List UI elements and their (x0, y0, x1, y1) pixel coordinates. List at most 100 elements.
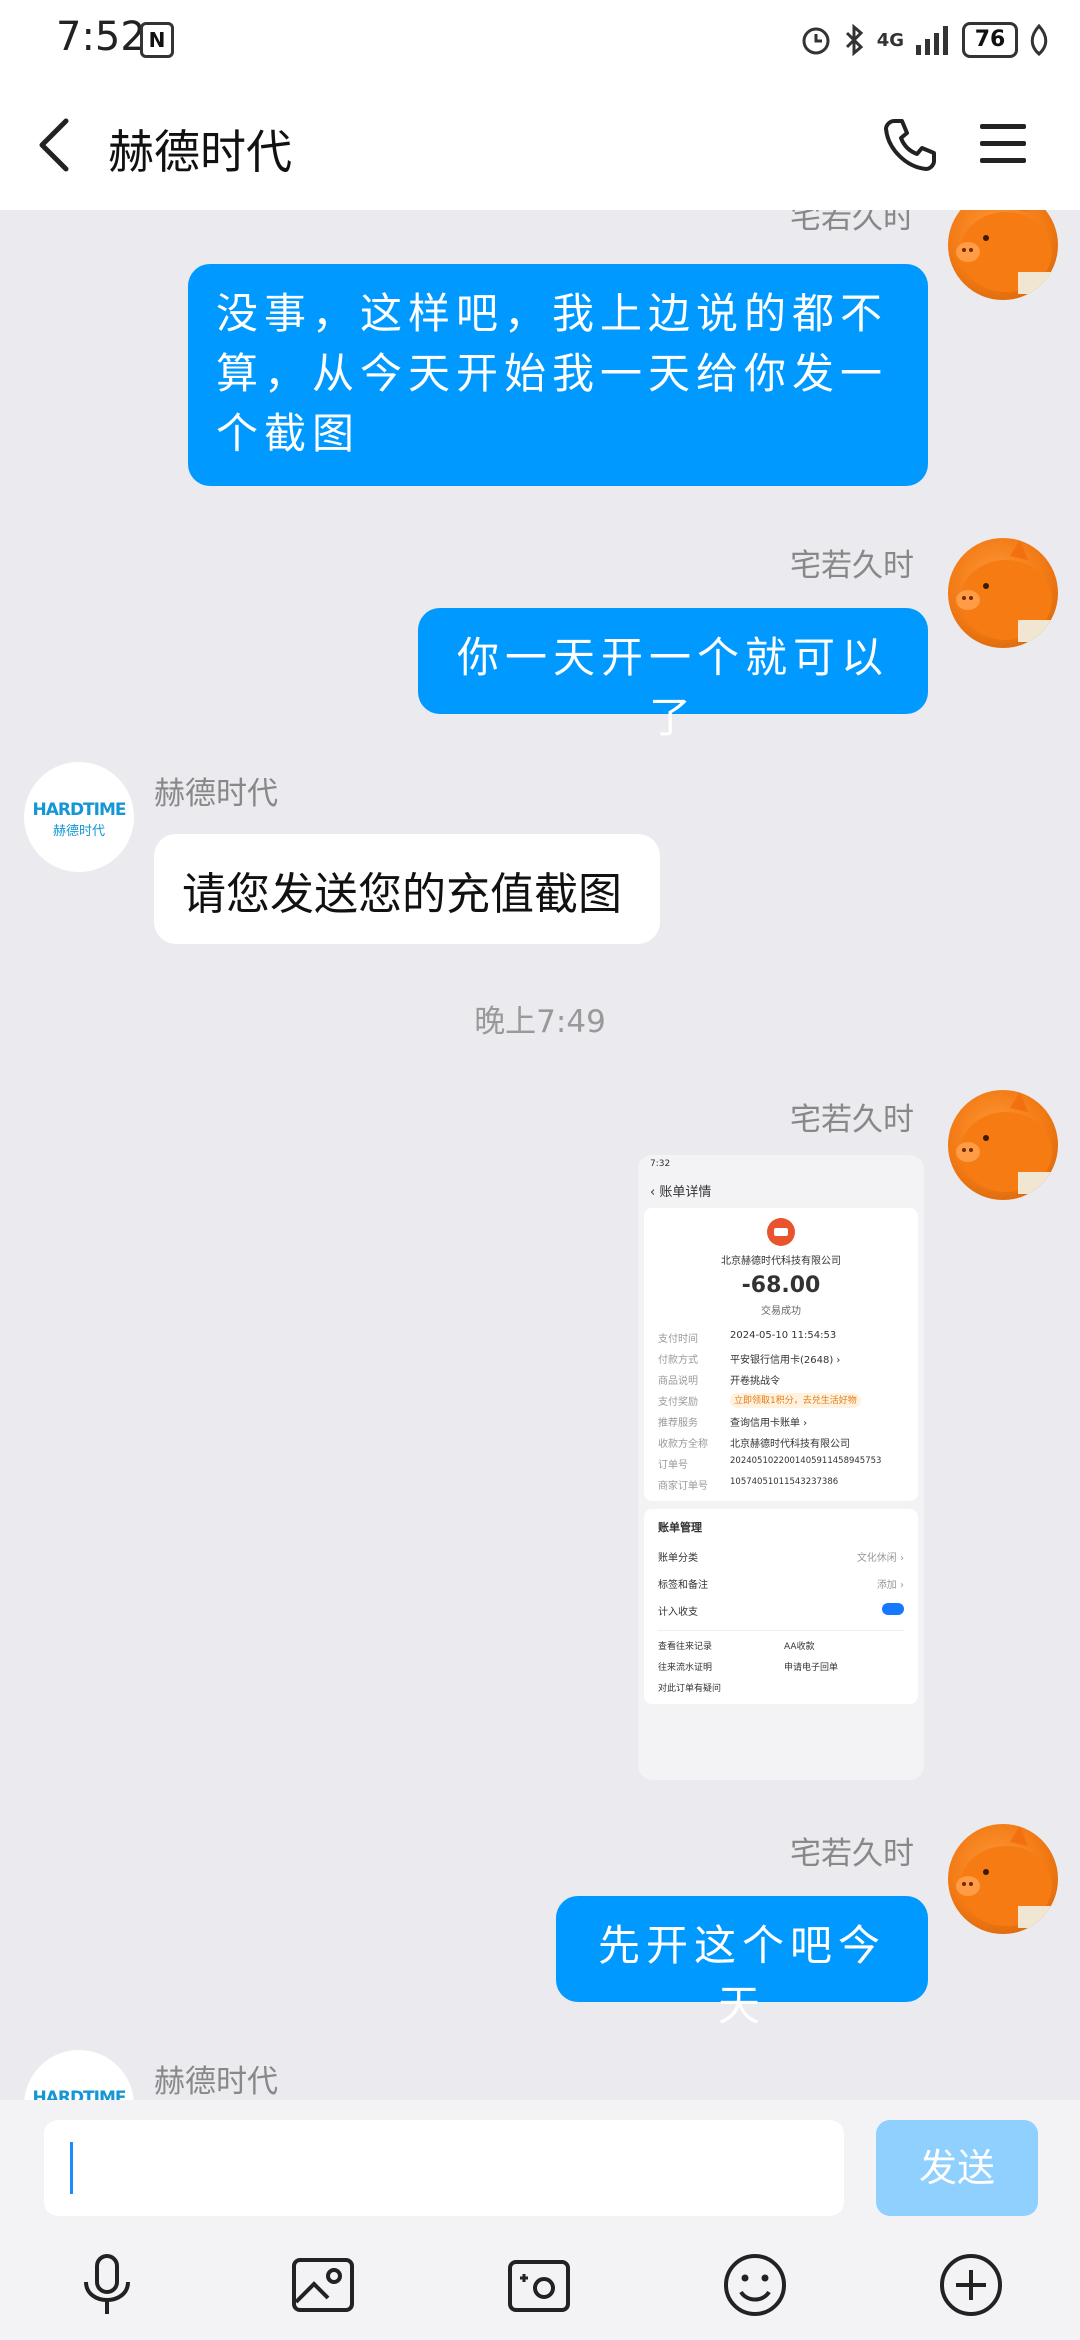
bluetooth-icon (845, 23, 863, 57)
receipt-row: 支付时间 2024-05-10 11:54:53 (644, 1327, 918, 1348)
row-key: 付款方式 (658, 1355, 698, 1366)
row-value: 添加 › (876, 1580, 904, 1591)
logo-text: HARDTIME (32, 2088, 126, 2100)
nfc-icon: N (140, 22, 174, 58)
my-avatar[interactable] (948, 538, 1058, 648)
input-bar: 发送 (0, 2100, 1080, 2340)
sender-name: 宅若久时 (790, 210, 914, 236)
pig-avatar-icon (956, 540, 1054, 642)
row-key: 商家订单号 (658, 1481, 708, 1492)
row-key: 计入收支 (658, 1607, 698, 1618)
my-avatar[interactable] (948, 1824, 1058, 1934)
send-button[interactable]: 发送 (876, 2120, 1038, 2216)
row-value: 2024-05-10 11:54:53 (730, 1330, 837, 1341)
contact-avatar[interactable]: HARDTIME 赫德时代 (24, 762, 134, 872)
leaf-icon (1030, 24, 1048, 56)
logo-subtext: 赫德时代 (52, 824, 105, 839)
receipt-row: 商家订单号 1057405101154323738​6 (644, 1474, 918, 1495)
receipt-row: 支付奖励 立即领取1积分，去兑生活好物 (644, 1390, 918, 1411)
battery-indicator: 76 (962, 22, 1018, 58)
pig-avatar-icon (956, 210, 1054, 294)
my-avatar[interactable] (948, 1090, 1058, 1200)
receipt-summary-card: 北京赫德时代科技有限公司 -68.00 交易成功 支付时间 2024-05-10 … (644, 1208, 918, 1501)
link-row: 往来流水证明 申请电子回单 (644, 1654, 918, 1675)
receipt-page-title: ‹ 账单详情 (650, 1185, 712, 1200)
link-row: 对此订单有疑问 (644, 1675, 918, 1696)
link-item: 对此订单有疑问 (658, 1684, 722, 1694)
link-row: 查看往来记录 AA收款 (644, 1631, 918, 1654)
mic-icon[interactable] (72, 2250, 142, 2320)
link-item: 往来流水证明 (658, 1663, 713, 1673)
message-bubble-sent[interactable]: 先开这个吧今天 (556, 1896, 928, 2030)
link-item: 申请电子回单 (784, 1663, 839, 1673)
receipt-row: 商品说明 开卷挑战令 (644, 1369, 918, 1390)
sender-name: 宅若久时 (790, 1836, 914, 1872)
receipt-title-text: 账单详情 (659, 1185, 712, 1200)
receipt-row: 推荐服务 查询信用卡账单 › (644, 1411, 918, 1432)
receipt-result: 交易成功 (761, 1306, 801, 1317)
logo-text: HARDTIME (32, 800, 126, 820)
row-key: 推荐服务 (658, 1418, 698, 1429)
row-value: 立即领取1积分，去兑生活好物 (730, 1393, 861, 1408)
link-item: 查看往来记录 (658, 1642, 713, 1652)
image-icon[interactable] (288, 2250, 358, 2320)
my-avatar[interactable] (948, 210, 1058, 300)
sender-name: 赫德时代 (154, 776, 278, 812)
network-type: 4G (876, 29, 904, 51)
row-key: 商品说明 (658, 1376, 698, 1387)
menu-icon[interactable] (978, 120, 1028, 168)
row-value: 查询信用卡账单 › (730, 1418, 808, 1429)
contact-avatar[interactable]: HARDTIME (24, 2050, 134, 2100)
receipt-row: 收款方全称 北京赫德时代科技有限公司 (644, 1432, 918, 1453)
plus-icon[interactable] (936, 2250, 1006, 2320)
signal-icon (916, 26, 948, 55)
contact-logo: HARDTIME 赫德时代 (24, 800, 134, 839)
mgmt-title: 账单管理 (658, 1521, 702, 1534)
row-key: 收款方全称 (658, 1439, 708, 1450)
status-time: 7:52 (56, 14, 146, 60)
mgmt-row: 账单分类 文化休闲 › (644, 1543, 918, 1570)
chat-header: 赫德时代 (0, 80, 1080, 210)
emoji-icon[interactable] (720, 2250, 790, 2320)
link-item: AA收款 (784, 1642, 815, 1652)
chat-title: 赫德时代 (108, 125, 292, 179)
sender-name: 宅若久时 (790, 548, 914, 584)
row-value: 文化休闲 › (856, 1553, 904, 1564)
receipt-merchant: 北京赫德时代科技有限公司 (721, 1256, 841, 1267)
row-value: 1057405101154323738​6 (730, 1477, 839, 1487)
row-value: 平安银行信用卡(2648) › (730, 1355, 841, 1366)
receipt-row: 订单号 20240510220014059114589457​53 (644, 1453, 918, 1474)
pig-avatar-icon (956, 1826, 1054, 1928)
chat-message-list[interactable]: 宅若久时 没事，这样吧，我上边说的都不算，从今天开始我一天给你发一个截图 宅若久… (0, 210, 1080, 2100)
text-cursor (70, 2142, 73, 2194)
row-key: 账单分类 (658, 1553, 698, 1564)
sender-name: 宅若久时 (790, 1102, 914, 1138)
alarm-icon (802, 27, 830, 55)
message-bubble-sent[interactable]: 没事，这样吧，我上边说的都不算，从今天开始我一天给你发一个截图 (188, 264, 928, 486)
message-input[interactable] (44, 2120, 844, 2216)
image-message-receipt[interactable]: 7:32 ‹ 账单详情 北京赫德时代科技有限公司 -68.00 交易成功 支付时… (638, 1155, 924, 1780)
receipt-row: 付款方式 平安银行信用卡(2648) › (644, 1348, 918, 1369)
merchant-logo-icon (767, 1218, 795, 1246)
row-key: 支付奖励 (658, 1397, 698, 1408)
row-key: 支付时间 (658, 1334, 698, 1345)
toggle-switch (882, 1603, 904, 1615)
status-bar: 7:52 N 4G 76 (0, 0, 1080, 80)
back-icon[interactable] (30, 115, 80, 175)
message-bubble-received[interactable]: 请您发送您的充值截图 (154, 834, 660, 944)
row-value: 20240510220014059114589457​53 (730, 1456, 882, 1466)
mgmt-row: 标签和备注 添加 › (644, 1570, 918, 1597)
receipt-mgmt-card: 账单管理 账单分类 文化休闲 › 标签和备注 添加 › 计入收支 查看往来记录 AA… (644, 1509, 918, 1704)
message-timestamp: 晚上7:49 (474, 1004, 606, 1040)
row-value: 开卷挑战令 (730, 1376, 780, 1387)
contact-logo: HARDTIME (24, 2088, 134, 2100)
row-key: 订单号 (658, 1460, 688, 1471)
status-icons: 4G 76 (799, 20, 1050, 60)
sender-name: 赫德时代 (154, 2064, 278, 2100)
message-bubble-sent[interactable]: 你一天开一个就可以了 (418, 608, 928, 742)
phone-icon[interactable] (880, 115, 940, 175)
camera-icon[interactable] (504, 2250, 574, 2320)
mgmt-row: 计入收支 (644, 1597, 918, 1624)
receipt-amount: -68.00 (741, 1273, 821, 1298)
row-value: 北京赫德时代科技有限公司 (730, 1439, 850, 1450)
